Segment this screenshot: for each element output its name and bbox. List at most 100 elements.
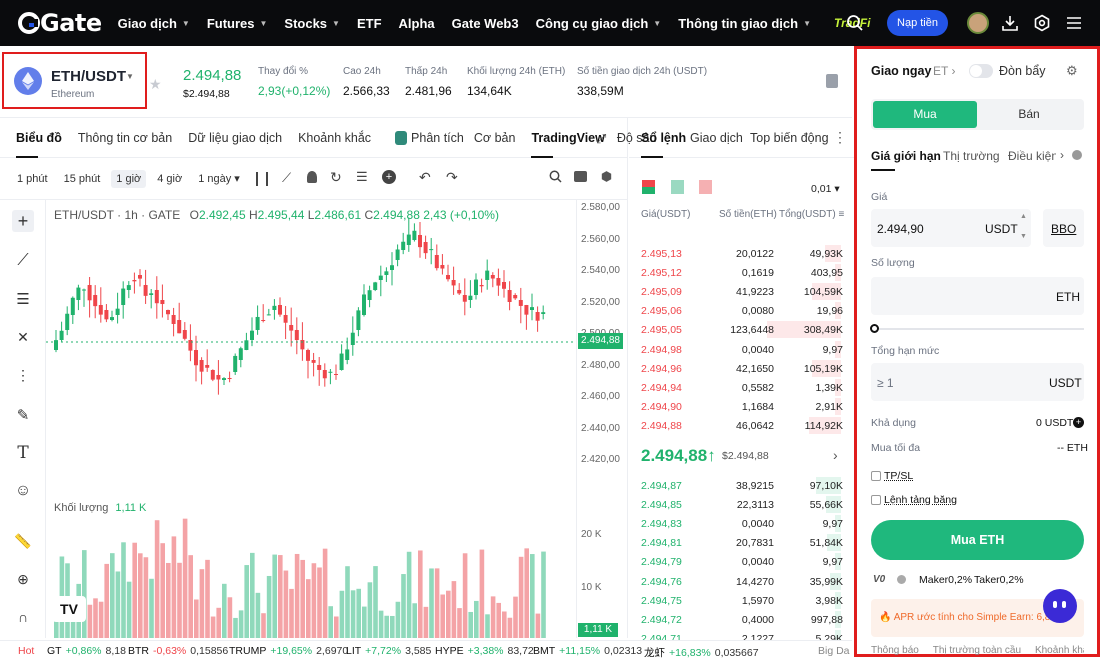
- global-market-link[interactable]: Thị trường toàn cầu: [933, 645, 1021, 656]
- magnet-icon[interactable]: ∩: [12, 606, 34, 628]
- tradingview-logo[interactable]: TV: [52, 596, 86, 622]
- order-type-market[interactable]: Thị trường: [943, 149, 1000, 163]
- ticker-item[interactable]: HYPE +3,38% 83,72: [435, 645, 534, 657]
- ask-row[interactable]: 2.495,09 41,9223 104,59K: [629, 282, 847, 301]
- brush-icon[interactable]: ✎: [12, 404, 34, 426]
- tab-basic-info[interactable]: Thông tin cơ bản: [78, 118, 172, 158]
- sell-tab[interactable]: Bán: [977, 101, 1081, 128]
- template-icon[interactable]: ☰: [356, 169, 368, 185]
- stepper-up-icon[interactable]: ▲: [1020, 213, 1027, 220]
- gate-logo[interactable]: Gate: [18, 9, 102, 37]
- candlestick-chart[interactable]: [46, 200, 576, 490]
- camera-icon[interactable]: [574, 171, 587, 182]
- ticker-item[interactable]: TRUMP +19,65% 2,6970: [229, 645, 348, 657]
- fullscreen-icon[interactable]: ⤢: [596, 131, 606, 147]
- bid-row[interactable]: 2.494,87 38,9215 97,10K: [629, 476, 847, 495]
- ticker-item[interactable]: 龙虾 +16,83% 0,035667: [644, 645, 759, 660]
- nav-futures[interactable]: Futures ▼: [207, 16, 268, 31]
- tab-top-movers[interactable]: Top biến động: [750, 131, 829, 145]
- search-icon[interactable]: [549, 170, 562, 186]
- ask-row[interactable]: 2.494,94 0,5582 1,39K: [629, 378, 847, 397]
- moments-link[interactable]: Khoảnh khắc: [1035, 645, 1084, 656]
- ask-row[interactable]: 2.495,12 0,1619 403,95: [629, 263, 847, 282]
- bid-row[interactable]: 2.494,72 0,4000 997,88: [629, 610, 847, 629]
- add-icon[interactable]: +: [382, 170, 396, 184]
- tab-trade-data[interactable]: Dữ liệu giao dịch: [188, 118, 282, 158]
- iceberg-checkbox[interactable]: [871, 495, 881, 505]
- zoom-in-icon[interactable]: ⊕: [12, 568, 34, 590]
- ticker-item[interactable]: LIT +7,72% 3,585: [346, 645, 431, 657]
- notice-link[interactable]: Thông báo: [871, 645, 919, 656]
- prediction-icon[interactable]: ⋮: [12, 364, 34, 386]
- order-type-limit[interactable]: Giá giới hạn: [871, 149, 941, 163]
- bid-row[interactable]: 2.494,76 14,4270 35,99K: [629, 572, 847, 591]
- ticker-item[interactable]: BTR -0,63% 0,15856: [128, 645, 228, 657]
- tab-tradingview[interactable]: TradingView: [531, 118, 605, 158]
- star-icon[interactable]: ★: [149, 76, 162, 93]
- calculator-icon[interactable]: ⚙: [1066, 63, 1078, 79]
- nav-trade[interactable]: Giao dịch ▼: [118, 16, 190, 31]
- nav-web3[interactable]: Gate Web3: [452, 16, 519, 31]
- tab-basic[interactable]: Cơ bản: [474, 118, 516, 158]
- trendline-icon[interactable]: ⟋: [12, 250, 34, 272]
- nav-etf[interactable]: ETF: [357, 16, 382, 31]
- bid-row[interactable]: 2.494,83 0,0040 9,97: [629, 514, 847, 533]
- bigdata-link[interactable]: Big Da: [818, 645, 850, 657]
- download-icon[interactable]: [994, 14, 1026, 32]
- fib-icon[interactable]: ☰: [12, 288, 34, 310]
- ask-row[interactable]: 2.495,06 0,0080 19,96: [629, 301, 847, 320]
- info-icon[interactable]: [1072, 150, 1082, 160]
- ask-row[interactable]: 2.495,05 123,6448 308,49K: [629, 320, 847, 339]
- nav-alpha[interactable]: Alpha: [399, 16, 435, 31]
- ask-row[interactable]: 2.494,96 42,1650 105,19K: [629, 359, 847, 378]
- book-bids-icon[interactable]: [671, 180, 684, 194]
- spot-label[interactable]: Giao ngay: [871, 64, 931, 78]
- deposit-button[interactable]: Nạp tiền: [887, 10, 948, 36]
- pair-selector[interactable]: ETH/USDT ▼ Ethereum: [2, 52, 147, 109]
- more-icon[interactable]: ⋮: [833, 129, 847, 146]
- slider-handle[interactable]: [870, 324, 879, 333]
- tpsl-checkbox[interactable]: [871, 471, 881, 481]
- crosshair-icon[interactable]: +: [12, 210, 34, 232]
- ask-row[interactable]: 2.494,98 0,0040 9,97: [629, 340, 847, 359]
- tf-1h[interactable]: 1 giờ: [111, 169, 147, 188]
- ask-row[interactable]: 2.494,90 1,1684 2,91K: [629, 397, 847, 416]
- book-icon[interactable]: [826, 74, 838, 88]
- settings-icon[interactable]: [600, 170, 613, 186]
- bid-row[interactable]: 2.494,85 22,3113 55,66K: [629, 495, 847, 514]
- tab-moments[interactable]: Khoảnh khắc: [298, 118, 371, 158]
- book-asks-icon[interactable]: [699, 180, 712, 194]
- tab-analysis[interactable]: Phân tích: [395, 118, 464, 158]
- alert-icon[interactable]: [307, 171, 317, 183]
- redo-icon[interactable]: ↷: [446, 169, 458, 186]
- total-input[interactable]: ≥ 1 USDT: [871, 363, 1084, 401]
- bid-row[interactable]: 2.494,75 1,5970 3,98K: [629, 591, 847, 610]
- buy-eth-button[interactable]: Mua ETH: [871, 520, 1084, 560]
- tab-trades[interactable]: Giao dịch: [690, 131, 743, 145]
- precision-select[interactable]: 0,01 ▾: [811, 183, 840, 195]
- stepper-down-icon[interactable]: ▼: [1020, 233, 1027, 240]
- candle-type-icon[interactable]: [256, 172, 268, 186]
- ticker-item[interactable]: BMT +11,15% 0,02313: [533, 645, 642, 657]
- tf-4h[interactable]: 4 giờ: [152, 170, 187, 188]
- ask-row[interactable]: 2.495,13 20,0122 49,93K: [629, 244, 847, 263]
- spot-more[interactable]: ET ›: [933, 64, 955, 78]
- buy-tab[interactable]: Mua: [873, 101, 977, 128]
- price-input[interactable]: 2.494,90 USDT ▲ ▼: [871, 209, 1031, 247]
- tf-15m[interactable]: 15 phút: [59, 170, 106, 188]
- qty-input[interactable]: ETH: [871, 277, 1084, 315]
- ask-row[interactable]: 2.494,88 46,0642 114,92K: [629, 416, 847, 435]
- settings-icon[interactable]: [1026, 14, 1058, 32]
- order-type-conditional[interactable]: Điều kiện: [1008, 149, 1056, 163]
- avatar[interactable]: [962, 12, 994, 34]
- margin-toggle[interactable]: [969, 64, 993, 78]
- pattern-icon[interactable]: ✕: [12, 326, 34, 348]
- text-icon[interactable]: T: [12, 442, 34, 464]
- nav-stocks[interactable]: Stocks ▼: [284, 16, 340, 31]
- info-icon[interactable]: [897, 575, 906, 584]
- search-icon[interactable]: [839, 14, 871, 32]
- bid-row[interactable]: 2.494,79 0,0040 9,97: [629, 552, 847, 571]
- emoji-icon[interactable]: ☺: [12, 480, 34, 502]
- chat-assistant-icon[interactable]: [1043, 589, 1077, 623]
- nav-trading-info[interactable]: Thông tin giao dịch ▼: [678, 16, 811, 31]
